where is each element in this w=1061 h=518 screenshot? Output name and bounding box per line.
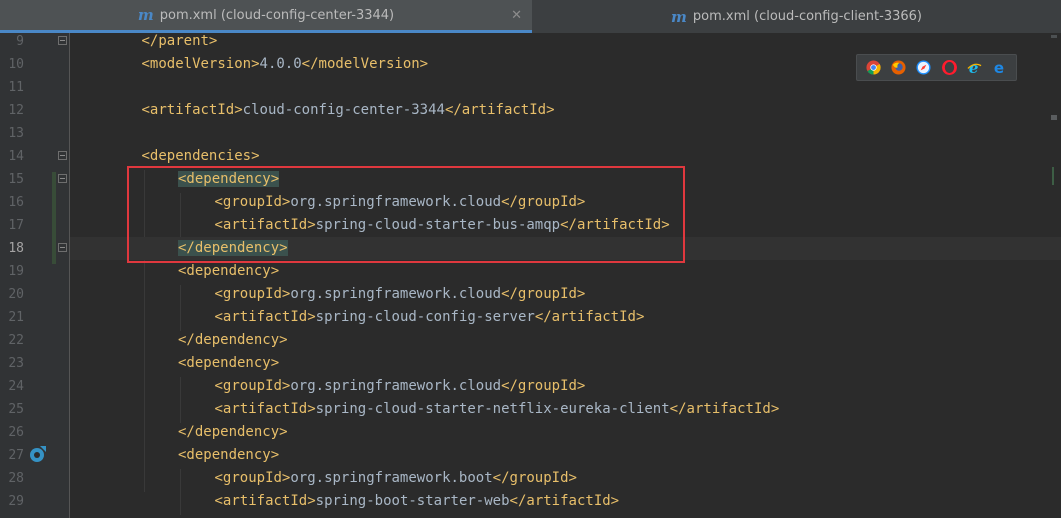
line-number: 29 [8, 494, 24, 509]
xml-tag: </dependency> [178, 332, 288, 348]
safari-icon[interactable] [916, 60, 931, 75]
fold-toggle-icon[interactable] [58, 36, 67, 45]
tab-label: pom.xml (cloud-config-client-3366) [692, 9, 922, 24]
tab-pom-config-client[interactable]: m pom.xml (cloud-config-client-3366) [532, 0, 1061, 33]
run-gutter-icon[interactable] [29, 445, 47, 463]
xml-tag: <artifactId> [214, 309, 316, 325]
line-number: 16 [8, 195, 24, 210]
editor-scrollbar[interactable] [1049, 33, 1057, 518]
ie-icon[interactable]: e [967, 60, 982, 75]
code-line[interactable]: <dependency> [70, 260, 1061, 283]
xml-tag: </artifactId> [669, 401, 780, 417]
fold-toggle-icon[interactable] [58, 174, 67, 183]
xml-tag: <artifactId> [141, 102, 243, 118]
annotation-highlight-box [127, 166, 685, 263]
xml-tag: </groupId> [501, 378, 586, 394]
line-number: 13 [8, 126, 24, 141]
edge-icon[interactable]: e [992, 60, 1007, 75]
fold-toggle-icon[interactable] [58, 151, 67, 160]
line-number: 28 [8, 471, 24, 486]
code-line[interactable]: </dependency> [70, 421, 1061, 444]
code-line[interactable]: </parent> [70, 30, 1061, 53]
code-line[interactable]: <dependencies> [70, 145, 1061, 168]
tab-pom-config-center[interactable]: m pom.xml (cloud-config-center-3344) ✕ [0, 0, 532, 33]
xml-tag: <artifactId> [214, 401, 316, 417]
xml-text: org.springframework.cloud [290, 378, 502, 394]
line-number: 21 [8, 310, 24, 325]
line-number: 27 [8, 448, 24, 463]
code-line[interactable]: <groupId>org.springframework.cloud</grou… [70, 375, 1061, 398]
code-line[interactable]: <groupId>org.springframework.cloud</grou… [70, 283, 1061, 306]
xml-tag: <dependency> [178, 263, 280, 279]
xml-text: spring-boot-starter-web [315, 493, 510, 509]
line-number: 11 [8, 80, 24, 95]
code-line[interactable]: <dependency> [70, 444, 1061, 467]
close-icon[interactable]: ✕ [511, 8, 522, 23]
code-editor[interactable]: 9 10 11 12 13 14 15 16 17 18 19 20 21 22 23 24 25 26 27 28 2… [0, 33, 1061, 518]
xml-tag: <dependency> [178, 447, 280, 463]
xml-tag: </groupId> [492, 470, 577, 486]
xml-tag: <groupId> [214, 470, 291, 486]
xml-tag: <artifactId> [214, 493, 316, 509]
xml-tag: </artifactId> [534, 309, 645, 325]
chrome-icon[interactable] [866, 60, 881, 75]
line-number: 17 [8, 218, 24, 233]
browser-preview-toolbar: e e [856, 54, 1017, 81]
editor-tab-bar: m pom.xml (cloud-config-center-3344) ✕ m… [0, 0, 1061, 33]
xml-text: org.springframework.cloud [290, 286, 502, 302]
xml-text: cloud-config-center-3344 [242, 102, 445, 118]
line-number: 22 [8, 333, 24, 348]
xml-tag: <dependency> [178, 355, 280, 371]
vcs-change-marker[interactable] [52, 172, 56, 264]
line-number: 20 [8, 287, 24, 302]
xml-text: 4.0.0 [259, 56, 302, 72]
line-number: 19 [8, 264, 24, 279]
line-number: 10 [8, 57, 24, 72]
line-number: 9 [16, 34, 24, 49]
xml-text: spring-cloud-starter-netflix-eureka-clie… [315, 401, 670, 417]
xml-tag: </groupId> [501, 286, 586, 302]
firefox-icon[interactable] [891, 60, 906, 75]
xml-tag: <groupId> [214, 286, 291, 302]
fold-toggle-icon[interactable] [58, 243, 67, 252]
scroll-marker [1051, 115, 1057, 120]
line-number: 12 [8, 103, 24, 118]
xml-tag: </artifactId> [509, 493, 620, 509]
code-line[interactable]: <groupId>org.springframework.boot</group… [70, 467, 1061, 490]
line-number: 25 [8, 402, 24, 417]
code-line[interactable]: <artifactId>cloud-config-center-3344</ar… [70, 99, 1061, 122]
line-number: 23 [8, 356, 24, 371]
xml-text: org.springframework.boot [290, 470, 493, 486]
xml-tag: <modelVersion> [141, 56, 260, 72]
xml-text: spring-cloud-config-server [315, 309, 535, 325]
xml-tag: </artifactId> [444, 102, 555, 118]
code-line[interactable]: <dependency> [70, 352, 1061, 375]
code-line[interactable]: <artifactId>spring-boot-starter-web</art… [70, 490, 1061, 513]
code-line[interactable] [70, 122, 1061, 145]
code-line[interactable]: <artifactId>spring-cloud-config-server</… [70, 306, 1061, 329]
scroll-marker [1052, 167, 1054, 185]
svg-text:e: e [994, 60, 1004, 75]
code-line[interactable]: <artifactId>spring-cloud-starter-netflix… [70, 398, 1061, 421]
code-line[interactable]: </dependency> [70, 329, 1061, 352]
tab-label: pom.xml (cloud-config-center-3344) [159, 7, 395, 23]
line-number: 14 [8, 149, 24, 164]
line-number: 26 [8, 425, 24, 440]
maven-icon: m [137, 6, 154, 24]
line-number: 24 [8, 379, 24, 394]
line-number: 15 [8, 172, 24, 187]
xml-tag: </modelVersion> [301, 56, 429, 72]
maven-icon: m [671, 7, 687, 26]
xml-tag: </dependency> [178, 424, 288, 440]
xml-tag: <groupId> [214, 378, 291, 394]
opera-icon[interactable] [941, 60, 957, 75]
line-number: 18 [8, 241, 24, 256]
xml-tag: <dependencies> [141, 148, 260, 164]
scroll-marker [1051, 35, 1057, 38]
xml-tag: </parent> [141, 33, 218, 49]
code-area[interactable]: </parent> <modelVersion>4.0.0</modelVersi… [70, 33, 1061, 518]
svg-text:e: e [969, 60, 979, 75]
